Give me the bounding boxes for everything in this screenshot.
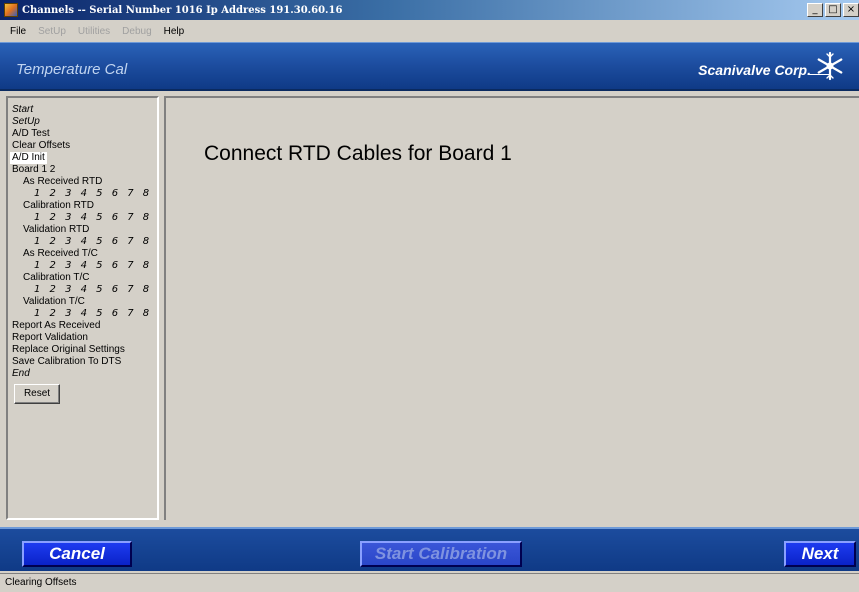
window-title: Channels -- Serial Number 1016 Ip Addres… (22, 4, 343, 16)
minimize-button[interactable]: _ (807, 3, 823, 17)
step-report-as-received[interactable]: Report As Received (12, 320, 155, 332)
step-clear-offsets[interactable]: Clear Offsets (12, 140, 155, 152)
step-as-received-rtd[interactable]: As Received RTD (12, 176, 155, 188)
title-bar: Channels -- Serial Number 1016 Ip Addres… (0, 0, 859, 20)
start-calibration-button: Start Calibration (360, 541, 522, 567)
steps-list: Start SetUp A/D Test Clear Offsets A/D I… (10, 104, 155, 404)
snowflake-logo-icon (817, 51, 843, 81)
step-save-calibration[interactable]: Save Calibration To DTS (12, 356, 155, 368)
maximize-button[interactable]: □ (825, 3, 841, 17)
window-controls: _ □ × (805, 3, 859, 17)
step-validation-rtd[interactable]: Validation RTD (12, 224, 155, 236)
brand-name: Scanivalve Corp. (698, 62, 811, 78)
step-setup[interactable]: SetUp (12, 116, 155, 128)
main-panel: Connect RTD Cables for Board 1 (164, 96, 859, 520)
menu-utilities: Utilities (77, 25, 111, 37)
steps-panel: Start SetUp A/D Test Clear Offsets A/D I… (6, 96, 159, 520)
channel-numbers[interactable]: 1 2 3 4 5 6 7 8 (12, 188, 155, 200)
status-text: Clearing Offsets (5, 577, 77, 588)
channel-numbers[interactable]: 1 2 3 4 5 6 7 8 (12, 260, 155, 272)
step-board-selector[interactable]: Board 1 2 (12, 164, 155, 176)
step-ad-init-selected[interactable]: A/D Init (10, 152, 47, 164)
step-calibration-rtd[interactable]: Calibration RTD (12, 200, 155, 212)
channel-numbers[interactable]: 1 2 3 4 5 6 7 8 (12, 212, 155, 224)
step-as-received-tc[interactable]: As Received T/C (12, 248, 155, 260)
channel-numbers[interactable]: 1 2 3 4 5 6 7 8 (12, 284, 155, 296)
cancel-button[interactable]: Cancel (22, 541, 132, 567)
page-title: Temperature Cal (16, 61, 128, 78)
step-ad-test[interactable]: A/D Test (12, 128, 155, 140)
header-band: Temperature Cal Scanivalve Corp. (0, 42, 859, 91)
step-report-validation[interactable]: Report Validation (12, 332, 155, 344)
status-bar: Clearing Offsets (0, 573, 859, 592)
menu-file[interactable]: File (4, 26, 32, 37)
channel-numbers[interactable]: 1 2 3 4 5 6 7 8 (12, 236, 155, 248)
close-button[interactable]: × (843, 3, 859, 17)
menu-debug: Debug (122, 25, 152, 37)
step-replace-original-settings[interactable]: Replace Original Settings (12, 344, 155, 356)
app-icon (4, 3, 18, 17)
reset-button[interactable]: Reset (14, 384, 60, 404)
menu-bar: File SetUp Utilities Debug Help (0, 20, 859, 42)
instruction-heading: Connect RTD Cables for Board 1 (204, 142, 512, 165)
menu-setup: SetUp (38, 25, 66, 37)
step-start[interactable]: Start (12, 104, 155, 116)
channel-numbers[interactable]: 1 2 3 4 5 6 7 8 (12, 308, 155, 320)
step-calibration-tc[interactable]: Calibration T/C (12, 272, 155, 284)
next-button[interactable]: Next (784, 541, 856, 567)
bottom-button-bar: Cancel Start Calibration Next (0, 527, 859, 571)
step-validation-tc[interactable]: Validation T/C (12, 296, 155, 308)
menu-help[interactable]: Help (158, 26, 191, 37)
step-end[interactable]: End (12, 368, 155, 380)
